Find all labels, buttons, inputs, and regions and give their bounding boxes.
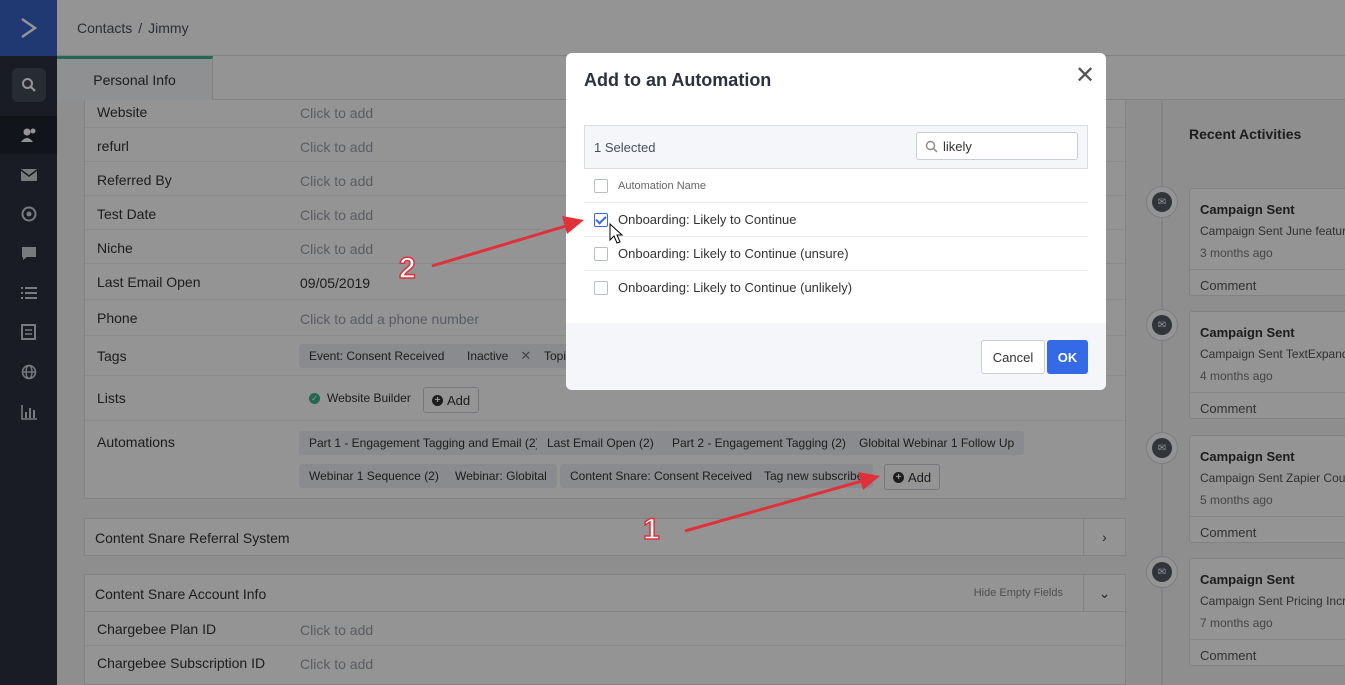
search-input[interactable]	[943, 137, 1073, 155]
automation-row[interactable]: Onboarding: Likely to Continue (unlikely…	[584, 271, 1088, 305]
select-all-checkbox[interactable]	[594, 179, 608, 193]
automation-row[interactable]: Onboarding: Likely to Continue	[584, 203, 1088, 237]
add-to-automation-modal: Add to an Automation ✕ 1 Selected Automa…	[566, 53, 1106, 390]
column-header: Automation Name	[618, 180, 707, 192]
modal-toolbar: 1 Selected	[584, 125, 1088, 169]
cancel-button[interactable]: Cancel	[981, 340, 1045, 374]
ok-button[interactable]: OK	[1047, 340, 1088, 374]
automation-name: Onboarding: Likely to Continue	[618, 212, 797, 227]
annotation-label-2: 2	[398, 251, 416, 286]
row-checkbox[interactable]	[594, 247, 608, 261]
table-header: Automation Name	[584, 169, 1088, 203]
automation-name: Onboarding: Likely to Continue (unlikely…	[618, 280, 853, 295]
search-box	[916, 132, 1078, 160]
close-icon[interactable]: ✕	[1074, 64, 1096, 88]
row-checkbox[interactable]	[594, 213, 608, 227]
modal-footer: Cancel OK	[566, 323, 1106, 390]
selected-count: 1 Selected	[594, 140, 656, 155]
automation-name: Onboarding: Likely to Continue (unsure)	[618, 246, 849, 261]
annotation-label-1: 1	[642, 512, 660, 547]
search-icon	[925, 140, 938, 153]
row-checkbox[interactable]	[594, 281, 608, 295]
modal-title: Add to an Automation	[584, 70, 772, 90]
automation-row[interactable]: Onboarding: Likely to Continue (unsure)	[584, 237, 1088, 271]
